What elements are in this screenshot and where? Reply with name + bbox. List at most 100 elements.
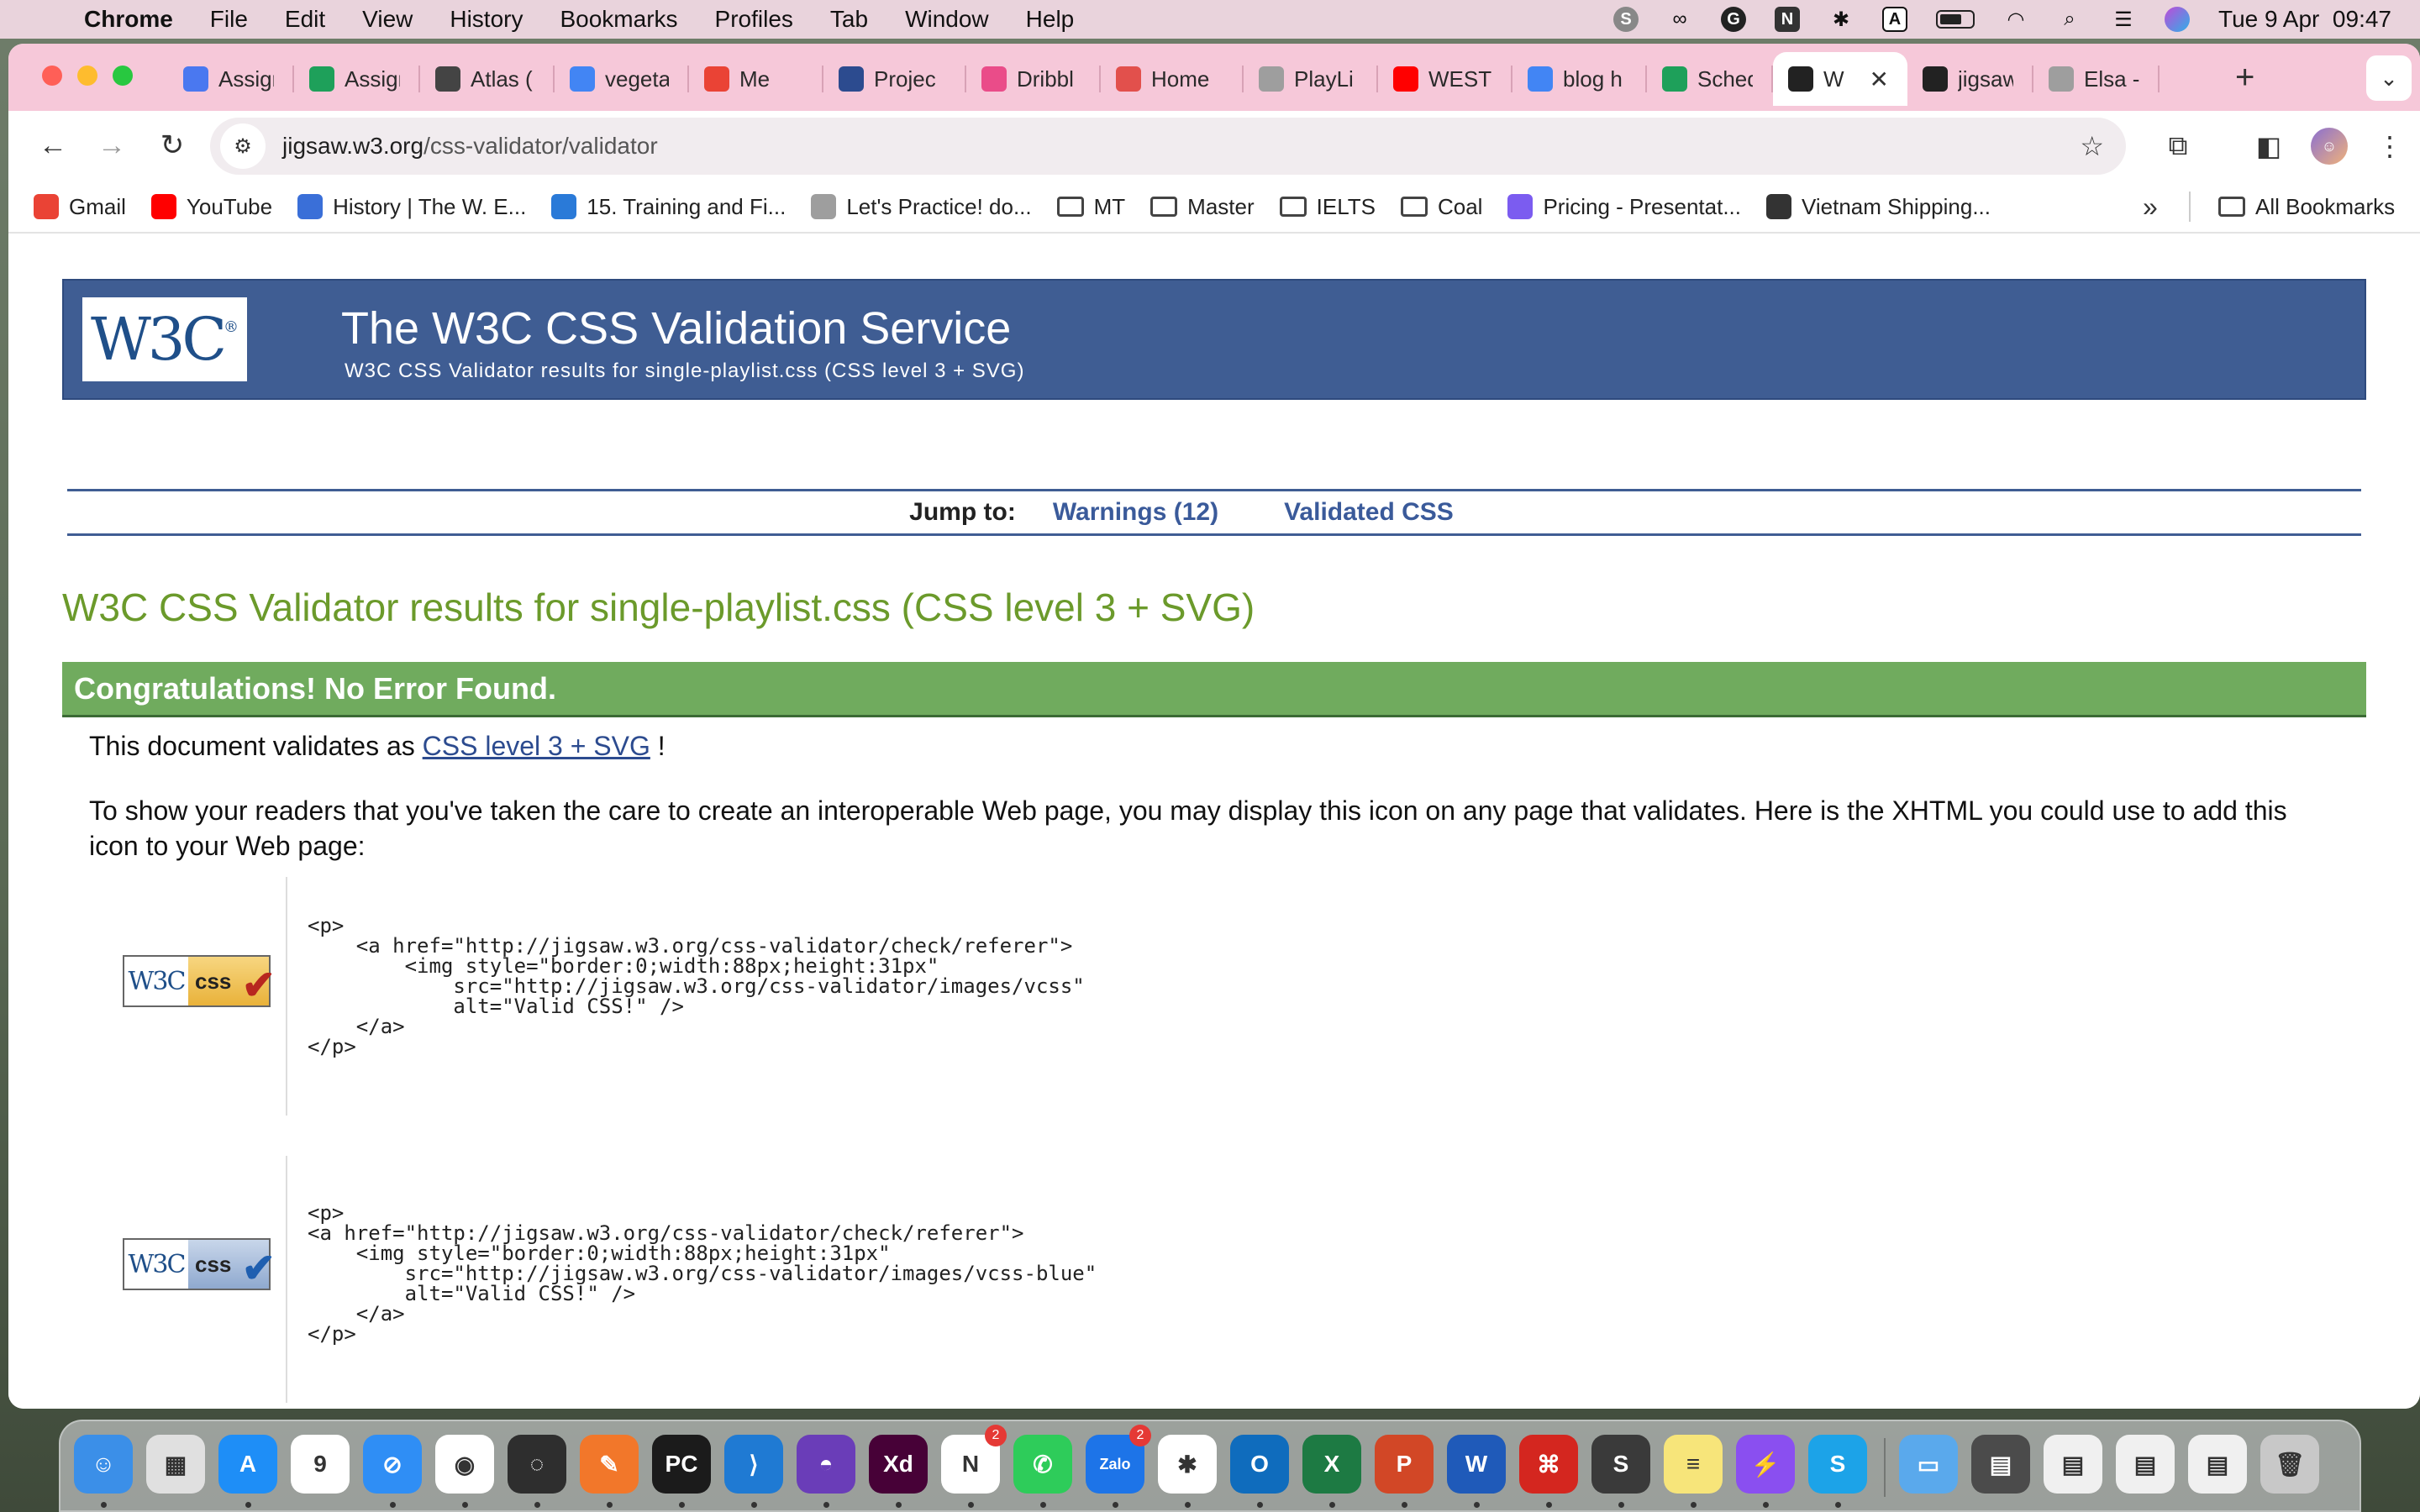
tab-10[interactable]: blog h: [1512, 52, 1647, 106]
adobe-xd-icon[interactable]: Xd: [869, 1435, 928, 1494]
tab-3[interactable]: vegeta: [555, 52, 689, 106]
creative-cloud-icon[interactable]: ∞: [1667, 7, 1692, 32]
zoom-window-button[interactable]: [113, 66, 133, 86]
slack-icon[interactable]: ✱: [1158, 1435, 1217, 1494]
control-center-icon[interactable]: ☰: [2111, 7, 2136, 32]
bookmark-star-icon[interactable]: ☆: [2080, 130, 2104, 162]
bookmark-7[interactable]: IELTS: [1279, 194, 1376, 220]
word-icon[interactable]: W: [1447, 1435, 1506, 1494]
css-level-link[interactable]: CSS level 3 + SVG: [423, 731, 650, 761]
tab-9[interactable]: WEST: [1378, 52, 1512, 106]
spotlight-icon[interactable]: ⌕: [2057, 7, 2082, 32]
bookmark-1[interactable]: YouTube: [150, 194, 272, 220]
bookmark-0[interactable]: Gmail: [34, 194, 126, 220]
wifi-icon[interactable]: ◠: [2003, 7, 2028, 32]
tab-5[interactable]: Projec: [823, 52, 966, 106]
battery-icon[interactable]: [1936, 10, 1975, 29]
new-tab-button[interactable]: +: [2235, 59, 2254, 97]
app-store-icon[interactable]: A: [218, 1435, 277, 1494]
bookmark-8[interactable]: Coal: [1400, 194, 1482, 220]
pen-app-icon[interactable]: ✎: [580, 1435, 639, 1494]
tab-7[interactable]: Home: [1101, 52, 1244, 106]
tab-12[interactable]: W ✕: [1773, 52, 1907, 106]
recent-window-4-icon[interactable]: ▤: [2188, 1435, 2247, 1494]
recent-window-1-icon[interactable]: ▤: [1971, 1435, 2030, 1494]
excel-icon[interactable]: X: [1302, 1435, 1361, 1494]
close-tab-icon[interactable]: ✕: [1870, 66, 1889, 93]
tab-4[interactable]: Me: [689, 52, 823, 106]
back-button[interactable]: ←: [34, 126, 72, 165]
url-text[interactable]: jigsaw.w3.org/css-validator/validator: [282, 133, 658, 160]
warnings-link[interactable]: Warnings (12): [1053, 498, 1218, 527]
tab-11[interactable]: Sched: [1647, 52, 1773, 106]
menu-profiles[interactable]: Profiles: [715, 6, 793, 33]
tab-13[interactable]: jigsaw: [1907, 52, 2033, 106]
bookmark-6[interactable]: Master: [1150, 194, 1255, 220]
github-desktop-icon[interactable]: ◓: [797, 1435, 855, 1494]
address-bar[interactable]: ⚙ jigsaw.w3.org/css-validator/validator …: [210, 118, 2126, 175]
site-info-icon[interactable]: ⚙: [220, 123, 266, 169]
minimize-window-button[interactable]: [77, 66, 97, 86]
extensions-icon[interactable]: ⧉: [2160, 128, 2196, 165]
menu-history[interactable]: History: [450, 6, 523, 33]
menu-bookmarks[interactable]: Bookmarks: [560, 6, 677, 33]
tab-1[interactable]: Assigr: [294, 52, 420, 106]
notes-icon[interactable]: ≡: [1664, 1435, 1723, 1494]
siri-icon[interactable]: [2165, 7, 2190, 32]
recent-window-2-icon[interactable]: ▤: [2044, 1435, 2102, 1494]
bookmark-5[interactable]: MT: [1056, 194, 1125, 220]
grammarly-icon[interactable]: G: [1721, 7, 1746, 32]
messenger-icon[interactable]: ⚡: [1736, 1435, 1795, 1494]
finder-icon[interactable]: ☺: [74, 1435, 133, 1494]
sublime-icon[interactable]: S: [1591, 1435, 1650, 1494]
whatsapp-icon[interactable]: ✆: [1013, 1435, 1072, 1494]
acrobat-icon[interactable]: ⌘: [1519, 1435, 1578, 1494]
bookmark-2[interactable]: History | The W. E...: [297, 194, 526, 220]
input-source-icon[interactable]: A: [1882, 7, 1907, 32]
close-window-button[interactable]: [42, 66, 62, 86]
tab-0[interactable]: Assigr: [168, 52, 294, 106]
bookmark-3[interactable]: 15. Training and Fi...: [551, 194, 786, 220]
all-bookmarks-button[interactable]: All Bookmarks: [2218, 194, 2395, 220]
validated-css-link[interactable]: Validated CSS: [1284, 498, 1454, 527]
recent-window-3-icon[interactable]: ▤: [2116, 1435, 2175, 1494]
tab-search-button[interactable]: ⌄: [2366, 55, 2412, 101]
skype-s-icon[interactable]: S: [1613, 7, 1639, 32]
bookmark-9[interactable]: Pricing - Presentat...: [1507, 194, 1741, 220]
menu-edit[interactable]: Edit: [285, 6, 325, 33]
powerpoint-icon[interactable]: P: [1375, 1435, 1434, 1494]
more-bookmarks-icon[interactable]: »: [2143, 192, 2158, 223]
notion-icon[interactable]: N: [1775, 7, 1800, 32]
menu-view[interactable]: View: [362, 6, 413, 33]
profile-avatar[interactable]: ☺: [2311, 128, 2348, 165]
menu-app-name[interactable]: Chrome: [84, 6, 173, 33]
menubar-clock[interactable]: Tue 9 Apr 09:47: [2218, 6, 2391, 33]
tab-14[interactable]: Elsa -: [2033, 52, 2160, 106]
launchpad-icon[interactable]: ▦: [146, 1435, 205, 1494]
trash-icon[interactable]: 🗑: [2260, 1435, 2319, 1494]
chrome-menu-icon[interactable]: ⋮: [2371, 128, 2408, 165]
tab-8[interactable]: PlayLi: [1244, 52, 1378, 106]
chrome-icon[interactable]: ◉: [435, 1435, 494, 1494]
tab-2[interactable]: Atlas (: [420, 52, 555, 106]
outlook-icon[interactable]: O: [1230, 1435, 1289, 1494]
menu-help[interactable]: Help: [1026, 6, 1075, 33]
side-panel-icon[interactable]: ◧: [2250, 128, 2287, 165]
menu-file[interactable]: File: [210, 6, 248, 33]
tab-6[interactable]: Dribbl: [966, 52, 1101, 106]
downloads-folder-icon[interactable]: ▭: [1899, 1435, 1958, 1494]
vscode-icon[interactable]: ⟩: [724, 1435, 783, 1494]
loader-app-icon[interactable]: ◌: [508, 1435, 566, 1494]
valid-css-badge-gold[interactable]: W3C css ✔: [123, 955, 276, 1008]
menu-tab[interactable]: Tab: [830, 6, 868, 33]
valid-css-badge-blue[interactable]: W3C css ✔: [123, 1238, 276, 1291]
reload-button[interactable]: ↻: [153, 126, 192, 165]
calendar-icon[interactable]: 9: [291, 1435, 350, 1494]
bookmark-10[interactable]: Vietnam Shipping...: [1766, 194, 1991, 220]
forward-button[interactable]: →: [92, 126, 131, 165]
skype-icon[interactable]: S: [1808, 1435, 1867, 1494]
bluetooth-icon[interactable]: ✱: [1828, 7, 1854, 32]
menu-window[interactable]: Window: [905, 6, 989, 33]
w3c-logo[interactable]: W3C ®: [82, 297, 247, 381]
bookmark-4[interactable]: Let's Practice! do...: [811, 194, 1032, 220]
